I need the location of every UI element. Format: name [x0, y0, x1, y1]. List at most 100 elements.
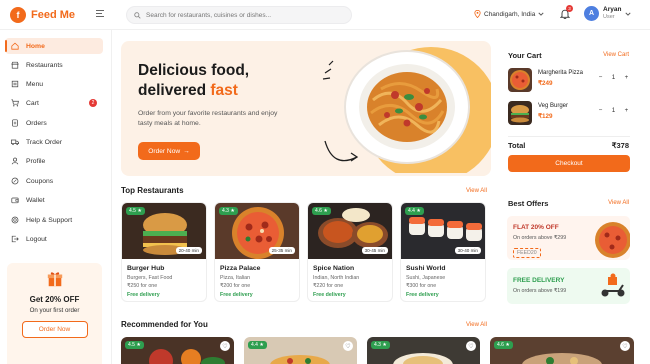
- cart-item-price: ₹129: [538, 113, 553, 120]
- sidebar-item-help[interactable]: Help & Support: [5, 212, 103, 228]
- promo-subtitle: On your first order: [29, 307, 80, 314]
- sidebar-item-coupons[interactable]: Coupons: [5, 173, 103, 189]
- sidebar-item-label: Wallet: [26, 196, 45, 204]
- location-label: Chandigarh, India: [484, 10, 536, 18]
- hero-title-accent: fast: [210, 82, 238, 99]
- sidebar-item-home[interactable]: Home: [5, 38, 103, 54]
- hero-title-line2: delivered: [138, 82, 211, 99]
- view-cart-link[interactable]: View Cart: [603, 52, 629, 58]
- recommended-card[interactable]: 4.6 ★ ♡: [490, 337, 634, 364]
- search-icon: [134, 11, 141, 19]
- cart-item-price: ₹249: [538, 80, 553, 87]
- sidebar-item-label: Menu: [26, 80, 44, 88]
- search-input[interactable]: [146, 11, 346, 19]
- delivery-time-badge: 25-35 min: [268, 247, 295, 254]
- top-restaurants-title: Top Restaurants: [121, 186, 184, 195]
- delivery-scooter-icon: [601, 273, 625, 297]
- rating-badge: 4.4 ★: [248, 341, 267, 349]
- restaurant-price: ₹300 for one: [406, 283, 437, 289]
- increase-button[interactable]: +: [623, 107, 630, 114]
- sidebar-item-orders[interactable]: Orders: [5, 115, 103, 131]
- sidebar-item-menu[interactable]: Menu: [5, 76, 103, 92]
- user-name: Aryan: [603, 6, 622, 13]
- quantity-value: 1: [611, 107, 616, 114]
- offer-code: FEED20: [513, 248, 541, 258]
- cart-item-name: Veg Burger: [538, 103, 569, 109]
- gift-icon: [47, 272, 62, 287]
- sidebar-item-cart[interactable]: Cart 2: [5, 95, 103, 111]
- checkout-button[interactable]: Checkout: [508, 155, 630, 172]
- restaurant-cuisine: Sushi, Japanese: [406, 275, 446, 281]
- sidebar-item-label: Home: [26, 42, 45, 50]
- restaurant-price: ₹200 for one: [220, 283, 251, 289]
- offer-card[interactable]: FREE DELIVERY On orders above ₹199: [507, 268, 630, 304]
- menu-book-icon: [11, 80, 19, 88]
- restaurant-card[interactable]: 4.4 ★ 30-40 min Sushi World Sushi, Japan…: [400, 202, 486, 302]
- coupon-icon: [11, 177, 19, 185]
- burger-thumbnail: [508, 101, 532, 125]
- heart-icon[interactable]: ♡: [220, 341, 230, 351]
- sidebar-item-wallet[interactable]: Wallet: [5, 192, 103, 208]
- wallet-icon: [11, 197, 19, 204]
- brand-logo[interactable]: f Feed Me: [10, 7, 75, 23]
- chevron-down-icon: [625, 12, 632, 16]
- decrease-button[interactable]: −: [597, 74, 604, 81]
- offer-card[interactable]: FLAT 20% OFF On orders above ₹299 FEED20: [507, 216, 630, 260]
- help-icon: [11, 216, 19, 224]
- sidebar-item-label: Help & Support: [26, 216, 73, 224]
- sidebar-item-track-order[interactable]: Track Order: [5, 134, 103, 150]
- recommended-card[interactable]: 4.4 ★ ♡: [244, 337, 357, 364]
- rating-badge: 4.5 ★: [126, 207, 145, 215]
- recommended-view-all-link[interactable]: View All: [466, 322, 487, 328]
- sidebar-item-logout[interactable]: Logout: [5, 231, 103, 247]
- restaurant-card[interactable]: 4.6 ★ 30-45 min Spice Nation Indian, Nor…: [307, 202, 393, 302]
- top-restaurants-view-all-link[interactable]: View All: [466, 188, 487, 194]
- quantity-stepper: − 1 +: [597, 74, 630, 81]
- rating-badge: 4.6 ★: [312, 207, 331, 215]
- offer-title: FLAT 20% OFF: [513, 224, 559, 231]
- restaurant-delivery: Free delivery: [313, 292, 346, 298]
- decrease-button[interactable]: −: [597, 107, 604, 114]
- restaurant-name: Sushi World: [406, 265, 446, 272]
- menu-toggle-icon[interactable]: [96, 10, 104, 18]
- total-label: Total: [508, 141, 526, 150]
- quantity-stepper: − 1 +: [597, 107, 630, 114]
- location-selector[interactable]: Chandigarh, India: [474, 10, 544, 18]
- home-icon: [11, 42, 19, 50]
- heart-icon[interactable]: ♡: [620, 341, 630, 351]
- offers-view-all-link[interactable]: View All: [608, 200, 629, 206]
- restaurant-card[interactable]: 4.3 ★ 25-35 min Pizza Palace Pizza, Ital…: [214, 202, 300, 302]
- search-bar[interactable]: [126, 6, 352, 24]
- chevron-down-icon: [538, 12, 544, 16]
- cart-title: Your Cart: [508, 51, 542, 60]
- cart-icon: [11, 99, 19, 107]
- recommended-card[interactable]: 4.5 ★ ♡: [121, 337, 234, 364]
- sidebar-item-profile[interactable]: Profile: [5, 153, 103, 169]
- heart-icon[interactable]: ♡: [343, 341, 353, 351]
- cart-item: Veg Burger ₹129 − 1 +: [508, 101, 638, 127]
- restaurant-cuisine: Pizza, Italian: [220, 275, 251, 281]
- rating-badge: 4.3 ★: [371, 341, 390, 349]
- logout-icon: [11, 235, 19, 243]
- promo-order-now-button[interactable]: Order Now: [21, 321, 88, 338]
- cart-item-name: Margherita Pizza: [538, 70, 584, 76]
- hero-subtitle: Order from your favorite restaurants and…: [138, 110, 278, 127]
- user-role: User: [603, 14, 615, 20]
- restaurant-card[interactable]: 4.5 ★ 20-40 min Burger Hub Burgers, Fast…: [121, 202, 207, 302]
- restaurant-price: ₹220 for one: [313, 283, 344, 289]
- user-icon: [11, 157, 19, 165]
- top-header: f Feed Me Chandigarh, India 3 A Aryan Us…: [0, 0, 650, 30]
- notification-count-badge: 3: [566, 5, 573, 12]
- sidebar-item-restaurants[interactable]: Restaurants: [5, 57, 103, 73]
- recommended-card[interactable]: 4.3 ★ ♡: [367, 337, 480, 364]
- heart-icon[interactable]: ♡: [466, 341, 476, 351]
- sidebar-item-label: Coupons: [26, 177, 54, 185]
- restaurant-delivery: Free delivery: [127, 292, 160, 298]
- store-icon: [11, 61, 19, 69]
- increase-button[interactable]: +: [623, 74, 630, 81]
- truck-icon: [11, 139, 19, 146]
- pasta-plate-image: [322, 47, 491, 173]
- user-menu[interactable]: A Aryan User: [584, 6, 632, 21]
- hero-order-now-button[interactable]: Order Now →: [138, 142, 200, 160]
- sidebar-item-label: Orders: [26, 119, 47, 127]
